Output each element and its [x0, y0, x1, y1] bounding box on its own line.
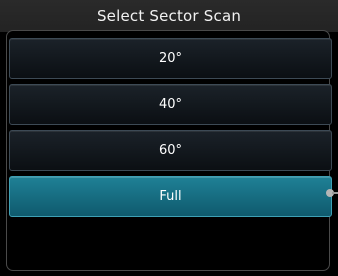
- title-bar: Select Sector Scan: [0, 0, 338, 32]
- option-40-button[interactable]: 40°: [9, 84, 332, 125]
- option-20-button[interactable]: 20°: [9, 38, 332, 79]
- option-label: 20°: [158, 51, 183, 66]
- page-title: Select Sector Scan: [96, 7, 242, 25]
- option-label: 60°: [158, 143, 183, 158]
- option-full-button[interactable]: Full: [9, 176, 332, 217]
- option-label: 40°: [158, 97, 183, 112]
- option-60-button[interactable]: 60°: [9, 130, 332, 171]
- scroll-tick: [332, 192, 338, 194]
- option-label: Full: [159, 189, 182, 204]
